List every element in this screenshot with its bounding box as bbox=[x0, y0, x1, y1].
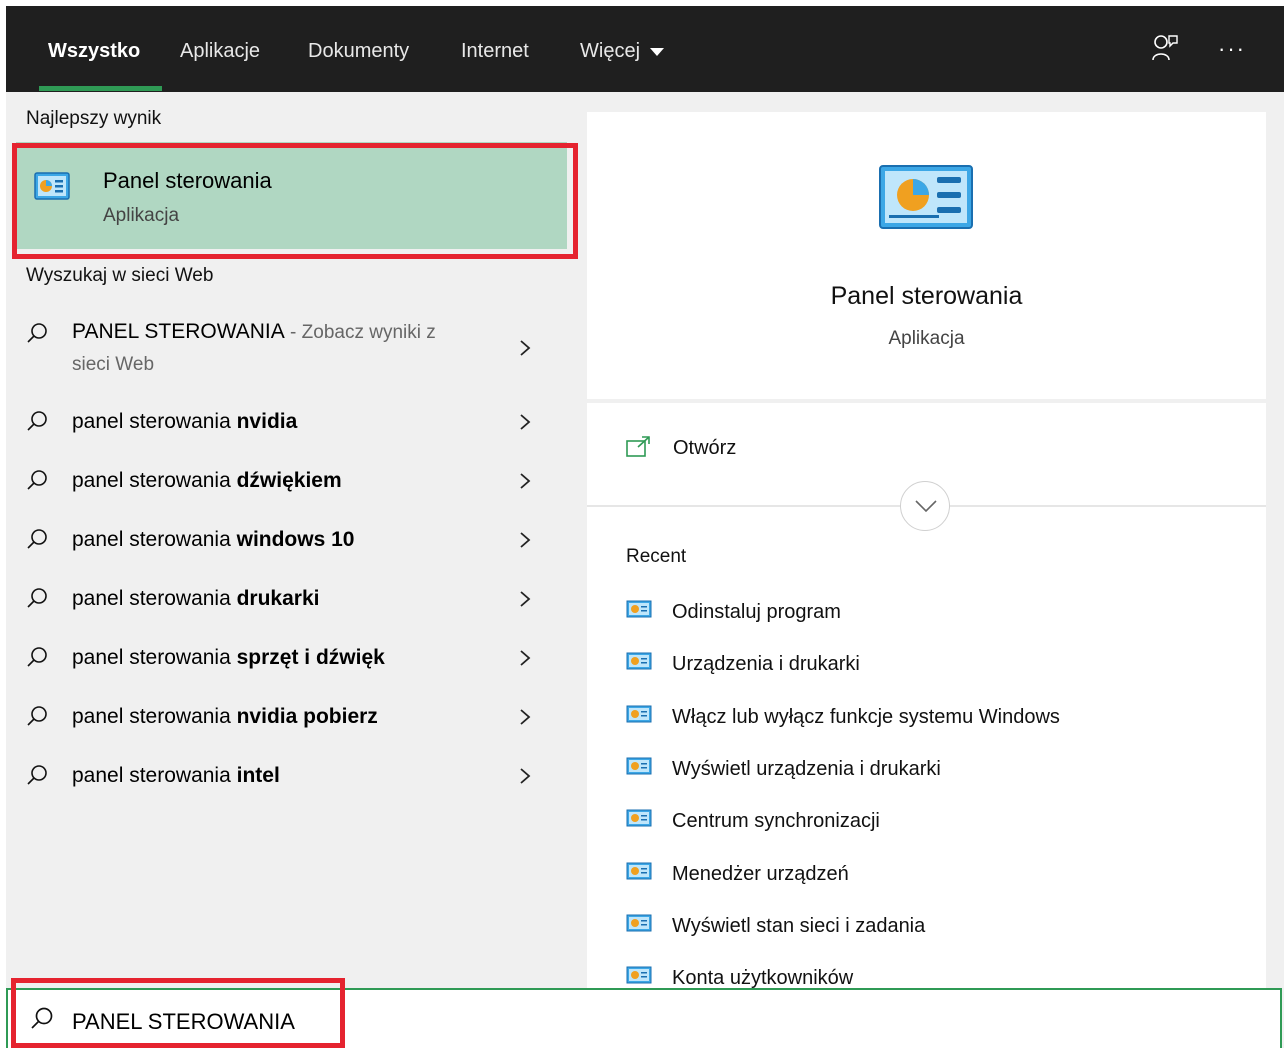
more-options-button[interactable]: ··· bbox=[1218, 36, 1246, 62]
web-result-item[interactable]: PANEL STEROWANIA - Zobacz wyniki z sieci… bbox=[6, 320, 567, 382]
chevron-right-icon bbox=[520, 768, 531, 784]
feedback-button[interactable] bbox=[1152, 34, 1178, 67]
tab-documents[interactable]: Dokumenty bbox=[308, 40, 409, 63]
control-panel-item-icon bbox=[626, 862, 652, 879]
tab-more[interactable]: Więcej bbox=[580, 40, 664, 63]
web-result-hint: - Zobacz wyniki z bbox=[284, 322, 436, 343]
recent-item-label: Centrum synchronizacji bbox=[672, 810, 880, 833]
chevron-right-icon bbox=[520, 532, 531, 548]
search-icon bbox=[27, 323, 47, 343]
web-result-text: panel sterowania windows 10 bbox=[72, 528, 354, 552]
web-result-prefix: panel sterowania bbox=[72, 646, 237, 669]
best-match-title: Panel sterowania bbox=[103, 168, 272, 193]
web-result-suffix: dźwiękiem bbox=[236, 469, 342, 492]
chevron-right-icon bbox=[520, 650, 531, 666]
web-result-item[interactable]: panel sterowania nvidia bbox=[6, 410, 567, 468]
chevron-right-icon bbox=[520, 340, 531, 356]
control-panel-item-icon bbox=[626, 652, 652, 670]
web-result-text: panel sterowania sprzęt i dźwięk bbox=[72, 646, 385, 670]
control-panel-item-icon bbox=[626, 966, 652, 984]
web-result-suffix: nvidia pobierz bbox=[236, 705, 378, 728]
tab-apps[interactable]: Aplikacje bbox=[180, 40, 260, 63]
chevron-right-icon bbox=[520, 709, 531, 725]
search-icon bbox=[27, 411, 47, 431]
web-result-item[interactable]: panel sterowania sprzęt i dźwięk bbox=[6, 646, 567, 704]
recent-heading: Recent bbox=[626, 546, 687, 567]
web-result-item[interactable]: panel sterowania windows 10 bbox=[6, 528, 567, 586]
search-icon bbox=[27, 588, 47, 608]
search-icon bbox=[27, 470, 47, 490]
open-label: Otwórz bbox=[673, 437, 737, 459]
web-result-suffix: windows 10 bbox=[236, 528, 355, 551]
recent-item-label: Konta użytkowników bbox=[672, 967, 854, 990]
control-panel-item-icon bbox=[626, 705, 652, 723]
tab-internet[interactable]: Internet bbox=[461, 40, 529, 63]
caret-down-icon bbox=[649, 47, 664, 56]
best-match-item[interactable]: Panel sterowania Aplikacja bbox=[16, 142, 567, 249]
web-result-suffix: drukarki bbox=[236, 587, 320, 610]
search-icon bbox=[27, 647, 47, 667]
tab-more-label: Więcej bbox=[580, 40, 641, 62]
recent-item-label: Włącz lub wyłącz funkcje systemu Windows bbox=[672, 705, 1060, 728]
control-panel-item-icon bbox=[626, 757, 652, 775]
recent-item-label: Odinstaluj program bbox=[672, 601, 841, 623]
web-result-text: panel sterowania dźwiękiem bbox=[72, 469, 342, 493]
control-panel-icon bbox=[34, 172, 70, 200]
search-icon bbox=[27, 765, 47, 785]
tab-all[interactable]: Wszystko bbox=[48, 40, 140, 63]
results-panel: Najlepszy wynik Panel sterowania Aplikac… bbox=[6, 92, 567, 1048]
search-input[interactable] bbox=[70, 1006, 674, 1038]
web-result-item[interactable]: panel sterowania intel bbox=[6, 764, 567, 822]
preview-header bbox=[587, 112, 1266, 399]
feedback-icon bbox=[1152, 35, 1178, 61]
preview-app-name: Panel sterowania bbox=[830, 282, 1023, 310]
recent-item-label: Urządzenia i drukarki bbox=[672, 653, 860, 676]
web-result-text: PANEL STEROWANIA - Zobacz wyniki z bbox=[72, 320, 436, 344]
recent-item-label: Menedżer urządzeń bbox=[672, 862, 849, 885]
web-result-hint-2: sieci Web bbox=[72, 354, 155, 375]
web-search-heading: Wyszukaj w sieci Web bbox=[26, 265, 214, 286]
recent-item-label: Wyświetl urządzenia i drukarki bbox=[672, 757, 941, 780]
web-result-text: panel sterowania drukarki bbox=[72, 587, 319, 611]
web-result-suffix: nvidia bbox=[236, 410, 298, 433]
web-result-query: PANEL STEROWANIA bbox=[72, 320, 285, 343]
control-panel-item-icon bbox=[626, 600, 652, 618]
web-result-prefix: panel sterowania bbox=[72, 528, 237, 551]
control-panel-item-icon bbox=[626, 914, 652, 932]
web-result-text: panel sterowania intel bbox=[72, 764, 280, 788]
control-panel-large-icon bbox=[879, 165, 973, 229]
web-result-item[interactable]: panel sterowania nvidia pobierz bbox=[6, 705, 567, 763]
expand-button[interactable] bbox=[900, 481, 950, 531]
best-match-heading: Najlepszy wynik bbox=[26, 108, 162, 129]
web-result-prefix: panel sterowania bbox=[72, 705, 237, 728]
preview-app-type: Aplikacja bbox=[888, 328, 965, 349]
search-scope-bar: Wszystko Aplikacje Dokumenty Internet Wi… bbox=[6, 6, 1284, 92]
chevron-right-icon bbox=[520, 414, 531, 430]
web-result-prefix: panel sterowania bbox=[72, 469, 237, 492]
web-result-item[interactable]: panel sterowania drukarki bbox=[6, 587, 567, 645]
web-result-prefix: panel sterowania bbox=[72, 587, 237, 610]
chevron-right-icon bbox=[520, 473, 531, 489]
chevron-down-icon bbox=[915, 500, 937, 513]
web-result-suffix: intel bbox=[236, 764, 280, 787]
recent-item-label: Wyświetl stan sieci i zadania bbox=[672, 914, 926, 937]
web-result-prefix: panel sterowania bbox=[72, 764, 237, 787]
open-icon bbox=[626, 436, 650, 457]
web-result-prefix: panel sterowania bbox=[72, 410, 237, 433]
search-icon bbox=[27, 529, 47, 549]
active-tab-indicator bbox=[39, 86, 162, 91]
control-panel-item-icon bbox=[626, 809, 652, 827]
chevron-right-icon bbox=[520, 591, 531, 607]
web-result-text: panel sterowania nvidia pobierz bbox=[72, 705, 378, 729]
search-icon bbox=[31, 1007, 53, 1029]
web-result-suffix: sprzęt i dźwięk bbox=[236, 646, 385, 669]
web-result-text: panel sterowania nvidia bbox=[72, 410, 297, 434]
search-icon bbox=[27, 706, 47, 726]
best-match-subtitle: Aplikacja bbox=[103, 205, 180, 226]
web-result-item[interactable]: panel sterowania dźwiękiem bbox=[6, 469, 567, 527]
